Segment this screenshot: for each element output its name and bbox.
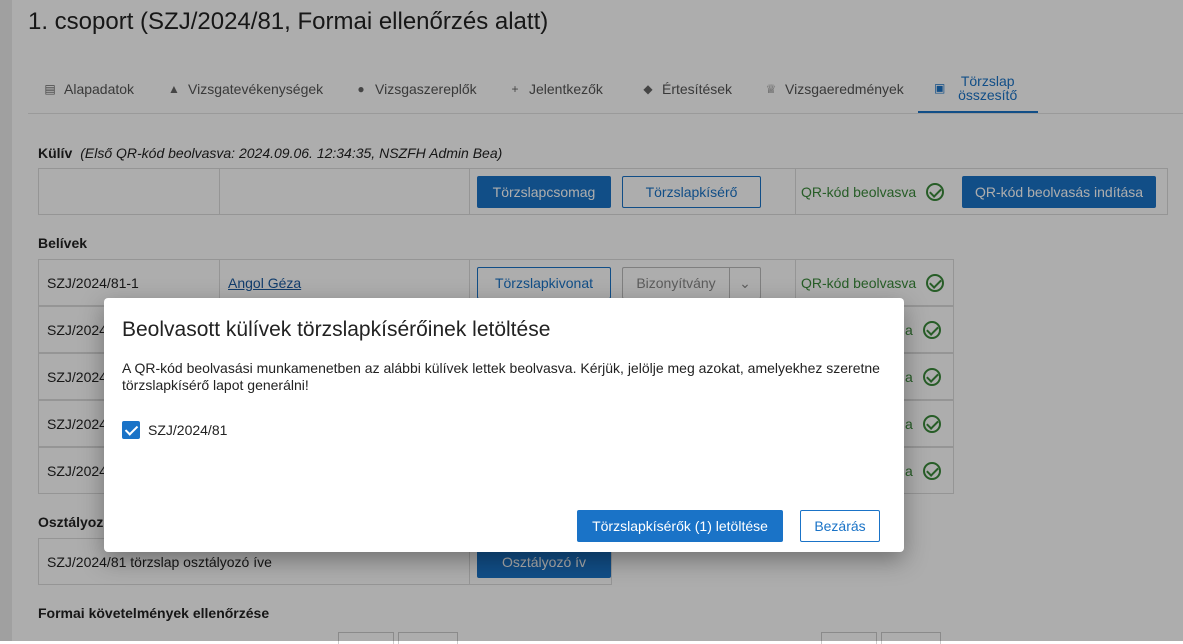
download-modal: Beolvasott külívek törzslapkísérőinek le…: [104, 298, 904, 552]
download-accompany-button[interactable]: Törzslapkísérők (1) letöltése: [577, 510, 783, 542]
modal-title: Beolvasott külívek törzslapkísérőinek le…: [122, 318, 551, 341]
close-button[interactable]: Bezárás: [800, 510, 880, 542]
modal-description: A QR-kód beolvasási munkamenetben az alá…: [122, 360, 880, 393]
checkbox-label: SZJ/2024/81: [148, 422, 228, 438]
kuliv-checkbox-row[interactable]: SZJ/2024/81: [122, 421, 227, 439]
checkbox-checked[interactable]: [122, 421, 140, 439]
